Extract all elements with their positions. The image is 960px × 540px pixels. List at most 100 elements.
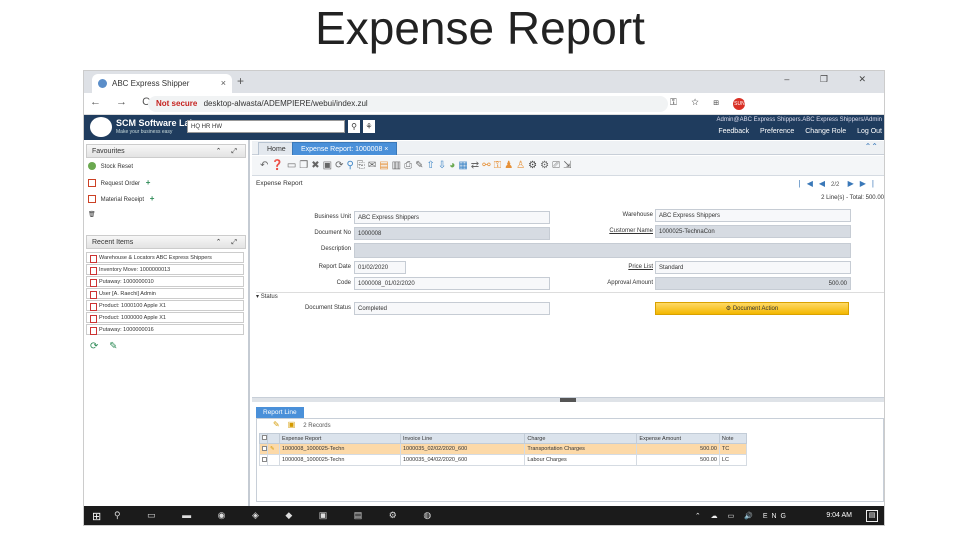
next-record-icon[interactable]: ▶ (839, 179, 859, 188)
process-icon[interactable]: ⚙ (540, 160, 552, 171)
help-icon[interactable]: ❓ (271, 160, 286, 171)
settings-icon[interactable]: ⚙ (528, 160, 540, 171)
edit-icon[interactable]: ✎ (267, 443, 280, 455)
customer-name-label[interactable]: Customer Name (558, 228, 653, 234)
translate-icon[interactable]: ✎ (415, 160, 426, 171)
cell-note[interactable]: TC (718, 443, 748, 455)
price-list-label[interactable]: Price List (558, 264, 653, 270)
profile-avatar[interactable]: SUN (733, 98, 746, 110)
price-list-field[interactable]: Standard (655, 261, 851, 274)
grid-icon[interactable]: ▦ (458, 160, 470, 171)
upload-icon[interactable]: ⇧ (427, 160, 438, 171)
new-tab-button[interactable]: + (237, 74, 244, 88)
select-all-checkbox[interactable] (259, 433, 268, 444)
save-icon[interactable]: ▣ (323, 160, 335, 171)
recent-item[interactable]: Product: 1000100 Apple X1 (86, 300, 244, 311)
splitter-handle[interactable] (560, 398, 576, 402)
nav-buttons[interactable]: ← → C (90, 96, 156, 108)
users-icon[interactable]: ♟ (504, 160, 516, 171)
lock-icon[interactable]: ⚿ (494, 160, 505, 171)
print-icon[interactable]: ⎙ (404, 160, 415, 171)
refresh-icon[interactable]: ⟳ (335, 160, 346, 171)
favourite-item[interactable]: Request Order + (88, 177, 150, 188)
attachment-icon[interactable]: ⎘ (357, 160, 368, 171)
description-field[interactable] (354, 243, 851, 258)
customer-name-field[interactable]: 1000025-TechnaCon (655, 225, 851, 238)
save-icon[interactable]: ▣ (288, 420, 296, 429)
global-search-input[interactable]: HQ HR HW (187, 120, 345, 133)
recent-items-panel-header[interactable]: Recent Items ⌃ ⤢ (86, 235, 246, 249)
user-icon[interactable]: ♙ (516, 160, 528, 171)
first-record-icon[interactable]: |◀ (799, 179, 819, 188)
document-action-button[interactable]: ⚙ Document Action (655, 302, 849, 315)
cell-expense-report[interactable]: 1000008_1000025-Techn (279, 454, 401, 466)
business-unit-field[interactable]: ABC Express Shippers (354, 211, 550, 224)
notification-icon[interactable]: ▤ (866, 510, 878, 522)
cell-charge[interactable]: Transportation Charges (524, 443, 638, 455)
recent-item[interactable]: Putaway: 1000000016 (86, 324, 244, 335)
export-icon[interactable]: ⎚ (552, 160, 563, 171)
report-icon[interactable]: ▤ (379, 160, 391, 171)
cell-expense-amount[interactable]: 500.00 (636, 454, 720, 466)
row-checkbox[interactable] (259, 443, 268, 455)
cell-invoice-line[interactable]: 1000035_02/02/2020_600 (399, 443, 526, 455)
tab-report-line[interactable]: Report Line (256, 407, 304, 418)
recent-item[interactable]: Product: 1000000 Apple X1 (86, 312, 244, 323)
add-icon[interactable]: + (150, 194, 155, 203)
warehouse-field[interactable]: ABC Express Shippers (655, 209, 851, 222)
table-row[interactable]: 1000008_1000025-Techn 1000035_04/02/2020… (259, 454, 748, 466)
taskbar-app-icons[interactable]: ⚲ ▭ ▬ ◉ ◈ ◆ ▣ ▤ ⚙ ◍ (114, 510, 443, 521)
trash-icon[interactable]: 🗑 (88, 210, 96, 221)
system-tray[interactable]: ⌃ ☁ ▭ 🔊 ENG (695, 512, 790, 520)
approval-amount-field[interactable]: 500.00 (655, 277, 851, 290)
cell-charge[interactable]: Labour Charges (524, 454, 638, 466)
code-field[interactable]: 1000008_01/02/2020 (354, 277, 550, 290)
document-no-field[interactable]: 1000008 (354, 227, 550, 240)
extension-icons[interactable]: ⚿ ☆ ⊞ (670, 97, 725, 107)
tab-home[interactable]: Home (258, 142, 295, 155)
panel-controls[interactable]: ⌃ ⤢ (216, 145, 241, 158)
recent-item[interactable]: User [A. Raechi] Admin (86, 288, 244, 299)
favourite-item[interactable]: Material Receipt + (88, 193, 154, 204)
browser-extensions[interactable]: ⚿ ☆ ⊞ SUN (670, 97, 746, 110)
feedback-link[interactable]: Feedback (718, 128, 749, 135)
column-header[interactable]: Note (718, 433, 748, 444)
column-header[interactable]: Expense Report (279, 433, 401, 444)
browser-tab[interactable]: ABC Express Shipper × (92, 74, 232, 93)
cell-invoice-line[interactable]: 1000035_04/02/2020_600 (399, 454, 526, 466)
undo-icon[interactable]: ↶ (260, 160, 271, 171)
archive-icon[interactable]: ▥ (392, 160, 404, 171)
favourite-item[interactable]: Stock Reset (88, 162, 133, 173)
prev-record-icon[interactable]: ◀ (819, 179, 831, 188)
favourites-panel-header[interactable]: Favourites ⌃ ⤢ (86, 144, 246, 158)
cell-expense-amount[interactable]: 500.00 (636, 443, 720, 455)
copy-icon[interactable]: ❐ (299, 160, 311, 171)
change-role-link[interactable]: Change Role (805, 128, 846, 135)
start-button[interactable]: ⊞ (92, 510, 101, 523)
panel-controls[interactable]: ⌃ ⤢ (216, 236, 241, 249)
close-tab-icon[interactable]: × (221, 74, 226, 93)
column-header[interactable]: Expense Amount (636, 433, 720, 444)
cell-expense-report[interactable]: 1000008_1000025-Techn (279, 443, 401, 455)
delete-icon[interactable]: ✖ (311, 160, 322, 171)
url-input[interactable]: Not secure desktop-alwasta/ADEMPIERE/web… (148, 96, 668, 112)
logout-link[interactable]: Log Out (857, 128, 882, 135)
chat-icon[interactable]: ✉ (368, 160, 379, 171)
window-controls[interactable]: – ❐ ✕ (784, 74, 880, 85)
not-secure-label[interactable]: Not secure (156, 99, 197, 108)
table-row[interactable]: ✎ 1000008_1000025-Techn 1000035_02/02/20… (259, 443, 748, 455)
new-record-icon[interactable]: ▭ (287, 160, 299, 171)
tab-expense-report[interactable]: Expense Report: 1000008 × (292, 142, 398, 155)
workflow-icon[interactable]: ⇄ (471, 160, 482, 171)
zoom-icon[interactable]: ⇲ (563, 160, 574, 171)
status-section-header[interactable]: ▾ Status (256, 292, 884, 300)
column-header[interactable]: Invoice Line (399, 433, 526, 444)
preference-link[interactable]: Preference (760, 128, 794, 135)
recent-item[interactable]: Warehouse & Locators ABC Express Shipper… (86, 252, 244, 263)
report-date-field[interactable]: 01/02/2020 (354, 261, 406, 274)
cell-note[interactable]: LC (718, 454, 748, 466)
recent-item[interactable]: Putaway: 1000000010 (86, 276, 244, 287)
download-icon[interactable]: ⇩ (438, 160, 449, 171)
link-icon[interactable]: ⚯ (482, 160, 493, 171)
close-icon[interactable]: × (384, 146, 388, 153)
